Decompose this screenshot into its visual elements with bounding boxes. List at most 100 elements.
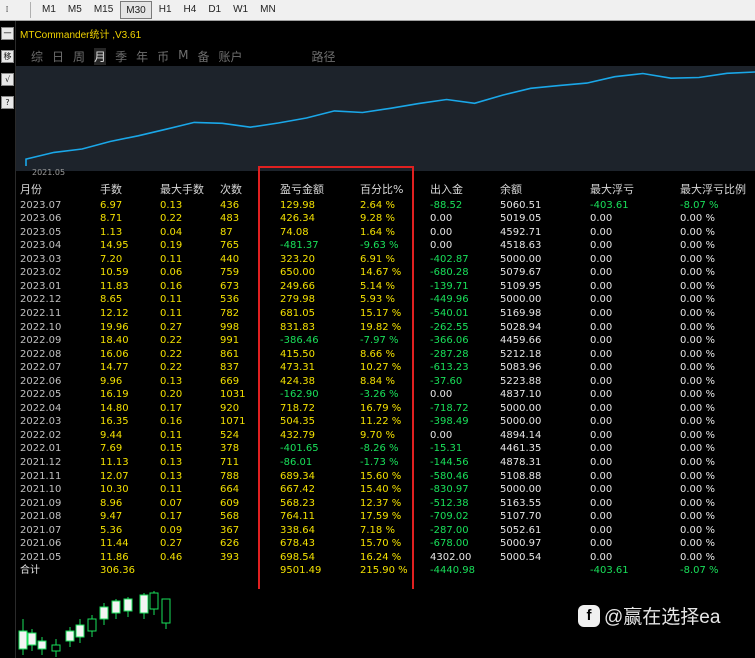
timeframe-m1-button[interactable]: M1: [37, 1, 61, 17]
cell-lots: 7.69: [100, 443, 123, 455]
cell-max-dd-pct: 0.00 %: [680, 429, 715, 441]
move-button[interactable]: 移: [1, 50, 14, 63]
cell-max-dd-pct: 0.00 %: [680, 307, 715, 319]
tab-7[interactable]: M: [178, 48, 188, 65]
cell-count: 711: [220, 457, 240, 468]
cell-month: 2022.11: [20, 307, 62, 319]
cell-count: 788: [220, 470, 240, 482]
candle-body: [123, 598, 133, 612]
cell-max-lots: 0.06: [160, 267, 183, 279]
minimize-button[interactable]: 一: [1, 27, 14, 40]
tab-2[interactable]: 周: [73, 48, 85, 65]
timeframe-mn-button[interactable]: MN: [255, 1, 281, 17]
cell-balance: 5000.97: [500, 538, 542, 550]
cell-max-lots: 0.16: [160, 280, 183, 292]
header-cell[interactable]: 手数: [100, 183, 122, 197]
tab-9[interactable]: 账户: [218, 48, 242, 65]
header-cell[interactable]: 最大浮亏: [590, 183, 634, 197]
cell-month: 2022.09: [20, 335, 62, 347]
cell-lots: 11.44: [100, 538, 129, 550]
cell-max-dd-pct: 0.00 %: [680, 240, 715, 252]
tab-3[interactable]: 月: [94, 48, 107, 65]
watermark: f @赢在选择ea: [578, 602, 720, 629]
cell-lots: 19.96: [100, 321, 129, 333]
cell-month: 2021.07: [20, 524, 62, 536]
cell-balance: 4837.10: [500, 389, 542, 401]
cell-max-lots: 0.16: [160, 416, 183, 428]
cell-lots: 10.59: [100, 267, 129, 279]
cell-max-dd-pct: 0.00 %: [680, 497, 715, 509]
cell-month: 2021.06: [20, 538, 62, 550]
cell-max-lots: 0.13: [160, 457, 183, 468]
cell-flow: -144.56: [430, 457, 469, 468]
cell-max-dd: 0.00: [590, 335, 613, 347]
cell-max-dd-pct: 0.00 %: [680, 226, 715, 238]
cell-flow: -287.28: [430, 348, 469, 360]
cell-month: 2022.06: [20, 375, 62, 387]
header-cell[interactable]: 月份: [20, 183, 42, 197]
toolbar-separator: [30, 2, 31, 18]
check-button[interactable]: √: [1, 73, 14, 86]
cell-max-dd: 0.00: [590, 402, 613, 414]
cell-month: 2021.09: [20, 497, 62, 509]
cell-max-lots: 0.46: [160, 551, 183, 563]
cell-balance: 4518.63: [500, 240, 542, 252]
header-cell[interactable]: 出入金: [430, 183, 463, 197]
cell-lots: 6.97: [100, 199, 123, 211]
cell-count: 673: [220, 280, 240, 292]
cell-balance: 5000.00: [500, 416, 542, 428]
cell-count: 1031: [220, 389, 246, 401]
toolbar-grip-icon[interactable]: ⁞: [2, 3, 12, 17]
cell-max-lots: 0.22: [160, 362, 183, 374]
cell-max-dd-pct: 0.00 %: [680, 538, 715, 550]
cell-max-dd: 0.00: [590, 524, 613, 536]
timeframe-m5-button[interactable]: M5: [63, 1, 87, 17]
cell-lots: 16.35: [100, 416, 129, 428]
cell-balance: 5052.61: [500, 524, 542, 536]
cell-max-lots: 0.19: [160, 240, 183, 252]
header-cell[interactable]: 次数: [220, 183, 242, 197]
tab-6[interactable]: 币: [157, 48, 169, 65]
tab-8[interactable]: 备: [197, 48, 209, 65]
cell-max-dd-pct: 0.00 %: [680, 389, 715, 401]
cell-max-dd: 0.00: [590, 213, 613, 225]
timeframe-m30-button[interactable]: M30: [120, 1, 152, 19]
cell-flow: -37.60: [430, 375, 463, 387]
cell-max-lots: 0.20: [160, 389, 183, 401]
candle-body: [149, 592, 159, 610]
equity-chart: [16, 66, 755, 171]
cell-max-lots: 0.11: [160, 484, 183, 496]
timeframe-h4-button[interactable]: H4: [179, 1, 202, 17]
header-cell[interactable]: 最大手数: [160, 183, 204, 197]
cell-max-dd: 0.00: [590, 551, 613, 563]
help-button[interactable]: ?: [1, 96, 14, 109]
cell-max-dd: 0.00: [590, 484, 613, 496]
cell-max-dd: 0.00: [590, 280, 613, 292]
cell-max-lots: 0.22: [160, 213, 183, 225]
tab-1[interactable]: 日: [52, 48, 64, 65]
candle-body: [65, 630, 75, 642]
cell-max-dd-pct: 0.00 %: [680, 321, 715, 333]
cell-count: 669: [220, 375, 240, 387]
cell-max-dd-pct: 0.00 %: [680, 375, 715, 387]
timeframe-h1-button[interactable]: H1: [154, 1, 177, 17]
cell-max-dd: 0.00: [590, 294, 613, 306]
chart-start-date: 2021.05: [32, 168, 66, 177]
cell-max-lots: 0.09: [160, 524, 183, 536]
timeframe-d1-button[interactable]: D1: [203, 1, 226, 17]
cell-balance: 5028.94: [500, 321, 542, 333]
header-cell[interactable]: 最大浮亏比例: [680, 183, 746, 197]
timeframe-w1-button[interactable]: W1: [228, 1, 253, 17]
cell-lots: 8.71: [100, 213, 123, 225]
timeframe-m15-button[interactable]: M15: [89, 1, 118, 17]
cell-flow: -402.87: [430, 253, 469, 265]
cell-month: 2021.05: [20, 551, 62, 563]
tab-4[interactable]: 季: [115, 48, 127, 65]
cell-lots: 14.80: [100, 402, 129, 414]
header-cell[interactable]: 余额: [500, 183, 522, 197]
cell-flow: -15.31: [430, 443, 463, 455]
tab-10[interactable]: 路径: [312, 48, 336, 65]
cell-month: 2022.12: [20, 294, 62, 306]
tab-0[interactable]: 综: [31, 48, 43, 65]
tab-5[interactable]: 年: [136, 48, 148, 65]
